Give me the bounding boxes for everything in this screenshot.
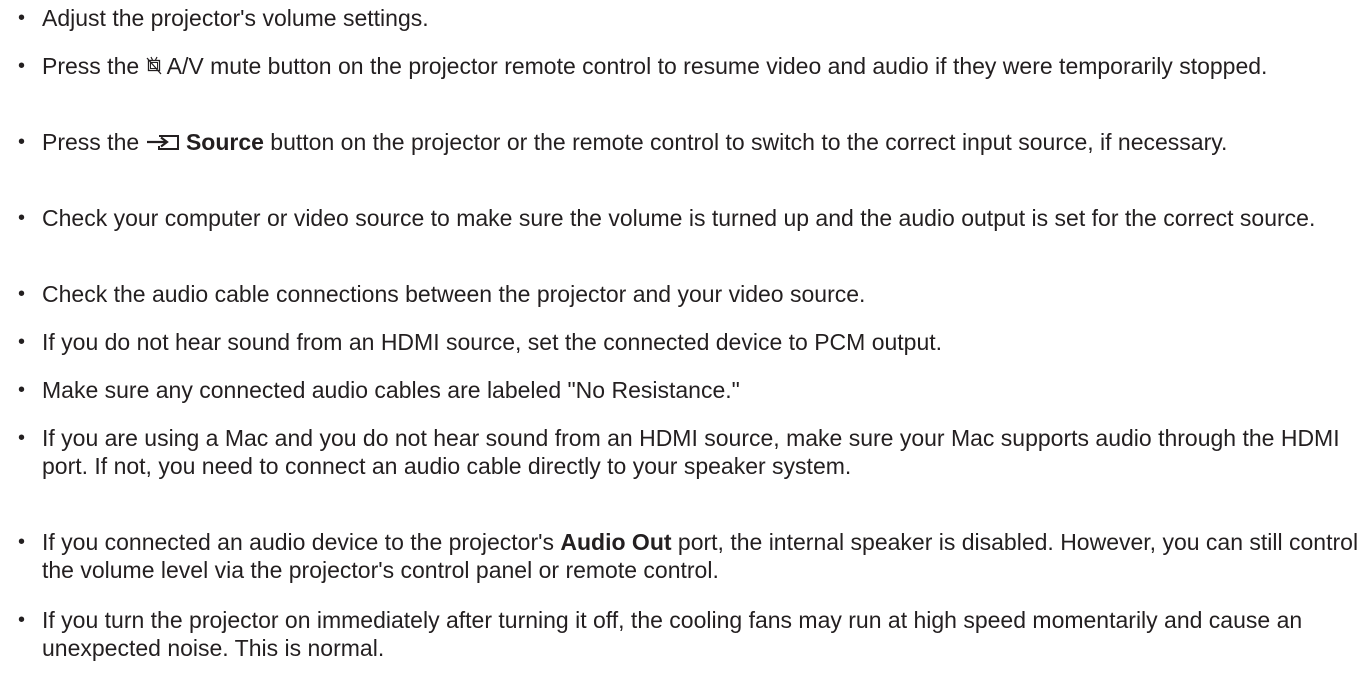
av-mute-icon <box>146 54 162 82</box>
source-icon <box>146 130 180 158</box>
bullet: • <box>18 331 26 353</box>
list-item-text: Press the A/V mute button on the project… <box>42 52 1359 82</box>
bullet: • <box>18 379 26 401</box>
bullet: • <box>18 609 26 631</box>
list-item-text: If you turn the projector on immediately… <box>42 607 1303 661</box>
list-item-text: If you connected an audio device to the … <box>42 529 1359 583</box>
list-item-text: Check your computer or video source to m… <box>42 205 1316 231</box>
bullet: • <box>18 7 26 29</box>
bullet: • <box>18 207 26 229</box>
list-item-text: If you are using a Mac and you do not he… <box>42 425 1340 479</box>
bullet: • <box>18 531 26 553</box>
list-item-text: Make sure any connected audio cables are… <box>42 377 740 403</box>
list-item-text: Press the Source button on the projector… <box>42 128 1359 158</box>
bullet: • <box>18 55 26 77</box>
list-item-text: Check the audio cable connections betwee… <box>42 281 866 307</box>
bullet: • <box>18 427 26 449</box>
bullet: • <box>18 283 26 305</box>
list-item-text: Adjust the projector's volume settings. <box>42 5 429 31</box>
list-item-text: If you do not hear sound from an HDMI so… <box>42 329 943 355</box>
bullet: • <box>18 131 26 153</box>
